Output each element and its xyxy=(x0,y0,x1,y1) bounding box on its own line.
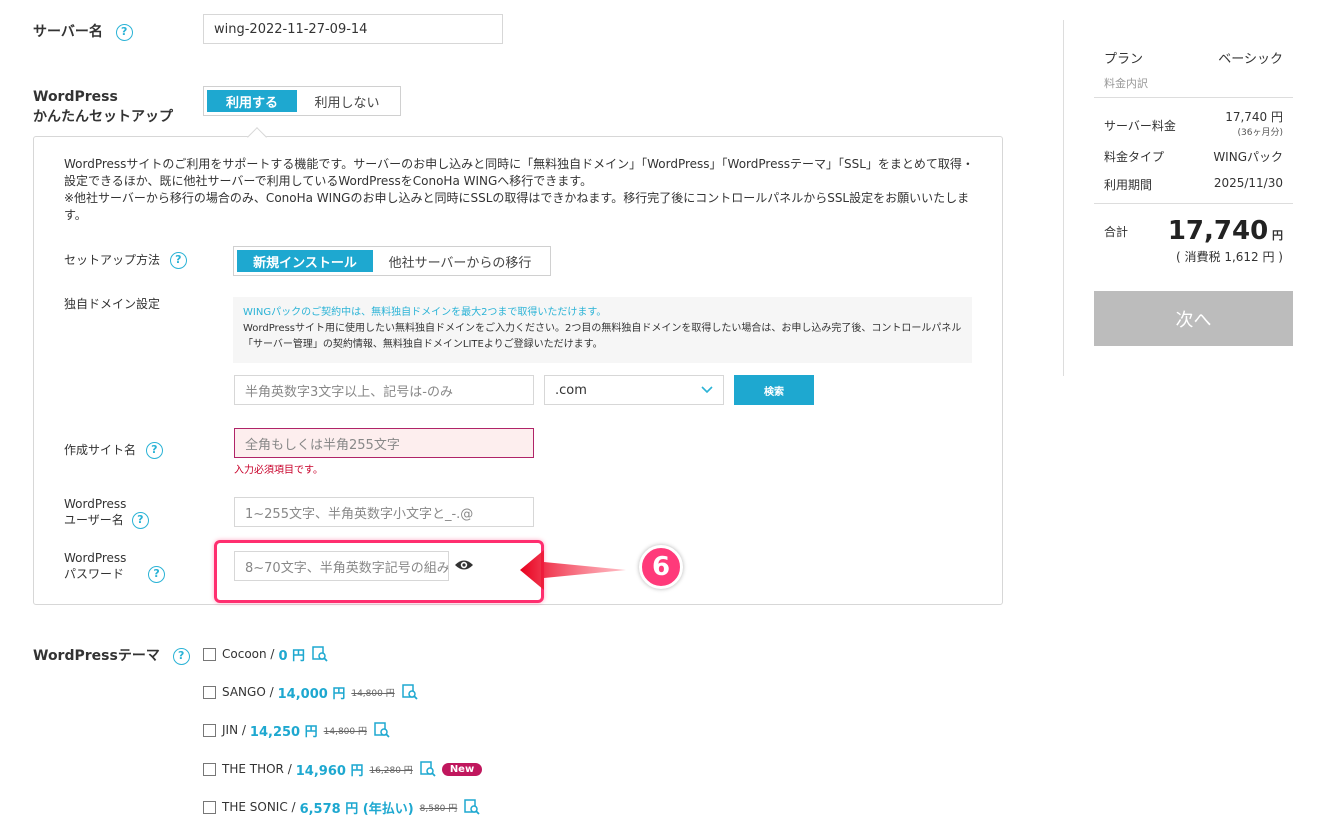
use-button[interactable]: 利用する xyxy=(207,90,297,112)
plan-label: プラン xyxy=(1104,52,1144,67)
migrate-button[interactable]: 他社サーバーからの移行 xyxy=(373,250,547,272)
new-install-button[interactable]: 新規インストール xyxy=(237,250,373,272)
period-value: 2025/11/30 xyxy=(1213,176,1283,190)
preview-icon[interactable] xyxy=(464,799,480,815)
site-name-input[interactable]: 全角もしくは半角255文字 xyxy=(234,428,534,458)
site-name-error: 入力必須項目です。 xyxy=(234,465,323,476)
checkbox[interactable] xyxy=(203,647,216,661)
theme-item-sango[interactable]: SANGO / 14,000 円 14,800 円 xyxy=(203,683,418,702)
server-fee-note: (36ヶ月分) xyxy=(1237,128,1283,138)
period-label: 利用期間 xyxy=(1104,178,1153,192)
sidebar-divider xyxy=(1063,20,1064,376)
checkbox[interactable] xyxy=(203,800,216,814)
wp-theme-label: WordPressテーマ ? xyxy=(33,645,190,665)
server-name-label: サーバー名 ? xyxy=(33,21,133,41)
help-icon[interactable]: ? xyxy=(131,512,149,529)
domain-info-box: WINGパックのご契約中は、無料独自ドメインを最大2つまで取得いただけます。 W… xyxy=(233,297,972,363)
total-label: 合計 xyxy=(1104,225,1129,239)
theme-item-jin[interactable]: JIN / 14,250 円 14,800 円 xyxy=(203,721,390,740)
chevron-down-icon xyxy=(701,386,713,394)
fee-type-value: WINGパック xyxy=(1213,150,1283,164)
domain-label: 独自ドメイン設定 xyxy=(64,297,161,311)
preview-icon[interactable] xyxy=(312,646,328,662)
wp-password-label: WordPress パスワード? xyxy=(64,550,166,583)
server-name-input[interactable]: wing-2022-11-27-09-14 xyxy=(203,14,503,44)
theme-item-the-sonic[interactable]: THE SONIC / 6,578 円 (年払い) 8,580 円 xyxy=(203,798,480,817)
pointer-arrow-icon xyxy=(520,550,626,590)
total-unit: 円 xyxy=(1272,229,1283,242)
wp-user-input[interactable]: 1~255文字、半角英数字小文字と_-.@ xyxy=(234,497,534,527)
order-summary: プラン ベーシック 料金内訳 サーバー料金 17,740 円 (36ヶ月分) 料… xyxy=(1094,48,1293,265)
next-button[interactable]: 次へ xyxy=(1094,291,1293,346)
tld-select[interactable]: .com xyxy=(544,375,724,405)
help-icon[interactable]: ? xyxy=(145,442,163,459)
server-fee-value: 17,740 円 xyxy=(1225,110,1283,124)
wp-setup-description: WordPressサイトのご利用をサポートする機能です。サーバーのお申し込みと同… xyxy=(64,157,974,222)
checkbox[interactable] xyxy=(203,685,216,699)
help-icon[interactable]: ? xyxy=(172,647,190,665)
breakdown-label: 料金内訳 xyxy=(1104,77,1148,90)
preview-icon[interactable] xyxy=(374,722,390,738)
checkbox[interactable] xyxy=(203,762,216,776)
help-icon[interactable]: ? xyxy=(169,252,187,269)
step-badge: 6 xyxy=(639,545,683,589)
search-button[interactable]: 検索 xyxy=(734,375,814,405)
tax-note: ( 消費税 1,612 円 ) xyxy=(1176,250,1283,264)
wp-user-label: WordPress ユーザー名? xyxy=(64,496,149,529)
domain-input[interactable]: 半角英数字3文字以上、記号は-のみ xyxy=(234,375,534,405)
help-icon[interactable]: ? xyxy=(115,23,133,41)
fee-type-label: 料金タイプ xyxy=(1104,150,1165,164)
plan-value: ベーシック xyxy=(1218,52,1283,67)
theme-item-the-thor[interactable]: THE THOR / 14,960 円 16,280 円 New xyxy=(203,760,483,779)
server-fee-label: サーバー料金 xyxy=(1104,119,1176,133)
preview-icon[interactable] xyxy=(401,684,418,700)
wp-setup-label: WordPress かんたんセットアップ xyxy=(33,89,173,125)
site-name-label: 作成サイト名 ? xyxy=(64,442,163,459)
password-highlight-box xyxy=(214,540,544,603)
setup-method-label: セットアップ方法 ? xyxy=(64,252,187,269)
total-value: 17,740 xyxy=(1167,216,1269,246)
checkbox[interactable] xyxy=(203,723,216,737)
wp-setup-toggle: 利用する 利用しない xyxy=(203,86,401,116)
theme-item-cocoon[interactable]: Cocoon / 0 円 xyxy=(203,645,328,664)
not-use-button[interactable]: 利用しない xyxy=(297,90,397,112)
setup-method-toggle: 新規インストール 他社サーバーからの移行 xyxy=(233,246,551,276)
new-badge: New xyxy=(441,762,483,776)
preview-icon[interactable] xyxy=(420,761,436,777)
help-icon[interactable]: ? xyxy=(148,566,166,583)
